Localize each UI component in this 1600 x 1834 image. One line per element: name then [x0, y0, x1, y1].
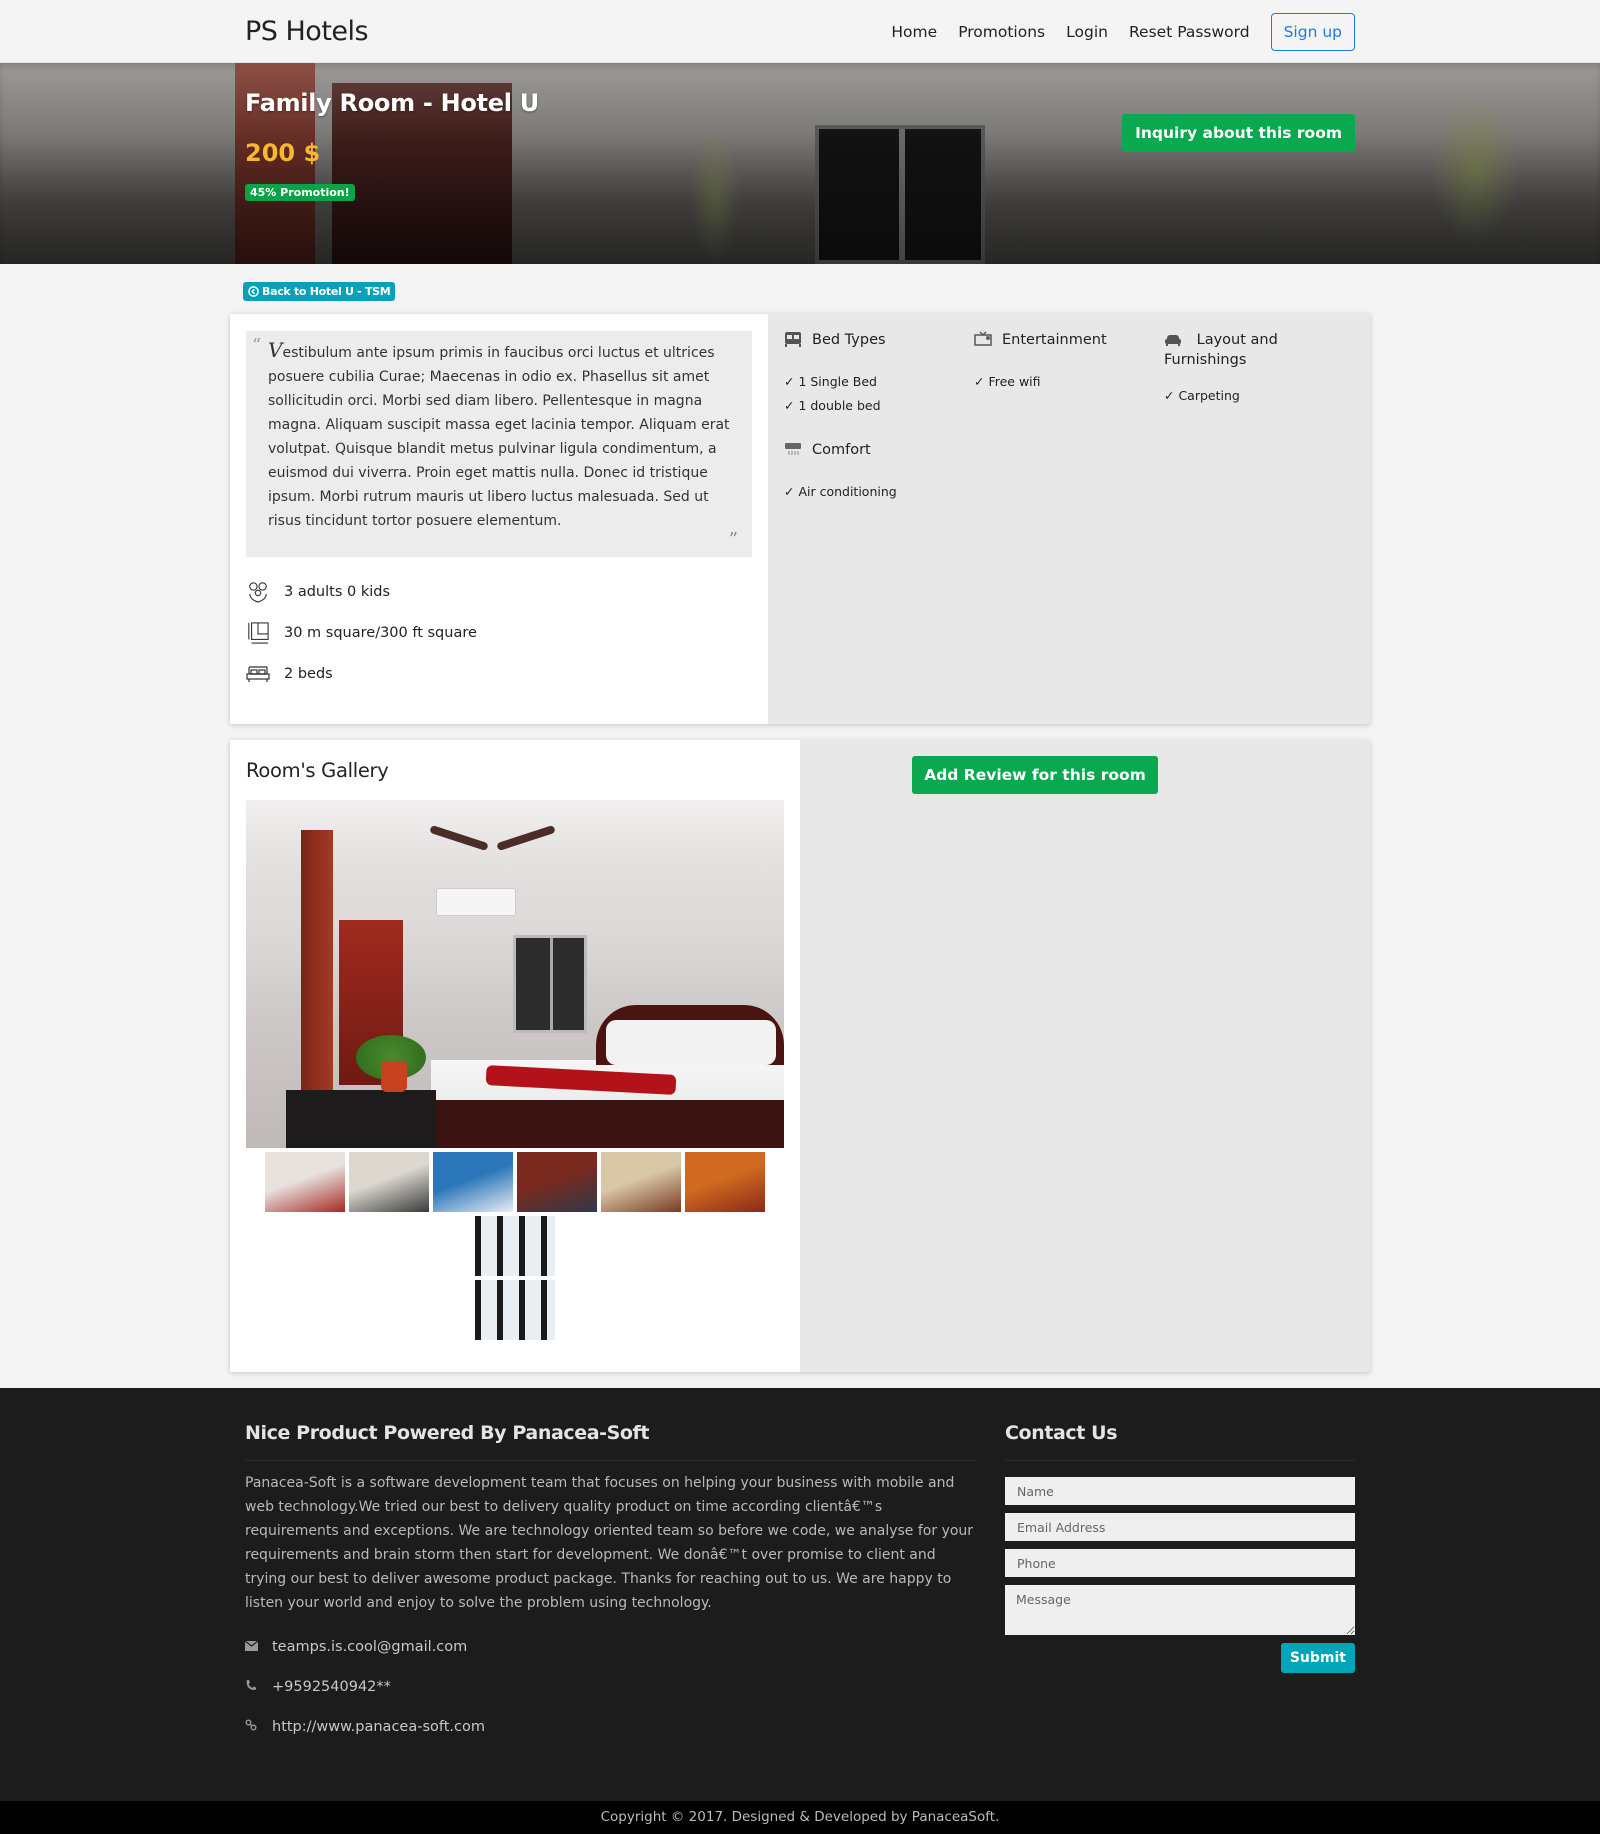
open-quote-icon: “ — [252, 335, 262, 356]
amenity-item: ✓ Air conditioning — [784, 484, 897, 499]
footer: Nice Product Powered By Panacea-Soft Pan… — [0, 1388, 1600, 1801]
amenity-entertainment: Entertainment ✓ Free wifi — [974, 330, 1164, 430]
room-title: Family Room - Hotel U — [245, 89, 539, 117]
footer-phone[interactable]: +9592540942** — [272, 1679, 391, 1695]
sofa-icon — [1164, 331, 1188, 349]
submit-button[interactable]: Submit — [1280, 1643, 1355, 1673]
amenity-title: Bed Types — [812, 332, 886, 348]
nav-home[interactable]: Home — [891, 23, 937, 41]
amenity-title: Comfort — [812, 442, 871, 458]
nav-menu: Home Promotions Login Reset Password Sig… — [891, 12, 1355, 51]
footer-contact-info: teamps.is.cool@gmail.com +9592540942** h… — [244, 1627, 975, 1747]
amenity-bed-types: Bed Types ✓ 1 Single Bed ✓ 1 double bed — [784, 330, 974, 430]
promotion-badge: 45% Promotion! — [245, 184, 355, 201]
room-facts: 3 adults 0 kids 30 m square/300 ft squar… — [246, 571, 752, 694]
floor-plan-icon — [246, 621, 270, 645]
footer-website[interactable]: http://www.panacea-soft.com — [272, 1719, 485, 1735]
thumb-room-4[interactable] — [517, 1152, 597, 1212]
phone-input[interactable] — [1005, 1549, 1355, 1577]
room-price: 200 $ — [245, 139, 321, 167]
description-dropcap: V — [268, 338, 283, 362]
footer-email[interactable]: teamps.is.cool@gmail.com — [272, 1639, 467, 1655]
name-input[interactable] — [1005, 1477, 1355, 1505]
thumb-room-2[interactable] — [349, 1152, 429, 1212]
copyright-bar: Copyright © 2017. Designed & Developed b… — [0, 1801, 1600, 1834]
thumb-room-3[interactable] — [433, 1152, 513, 1212]
hero-banner: Family Room - Hotel U 200 $ 45% Promotio… — [0, 63, 1600, 264]
amenity-item: ✓ 1 double bed — [784, 398, 881, 413]
gallery-main-photo[interactable] — [246, 800, 784, 1148]
amenities-grid: Bed Types ✓ 1 Single Bed ✓ 1 double bed … — [768, 314, 1370, 516]
close-quote-icon: ” — [728, 529, 738, 550]
circle-arrow-left-icon — [248, 286, 259, 297]
gallery-thumbnails — [246, 1152, 784, 1340]
nav-promotions[interactable]: Promotions — [958, 23, 1045, 41]
contact-form: Submit — [1005, 1477, 1355, 1673]
gallery-title: Room's Gallery — [246, 759, 389, 782]
room-description: “ Vestibulum ante ipsum primis in faucib… — [246, 331, 752, 557]
beds-text: 2 beds — [284, 665, 333, 682]
thumb-room-7[interactable] — [475, 1216, 555, 1276]
nav-reset-password[interactable]: Reset Password — [1129, 23, 1250, 41]
gallery-card: Room's Gallery Add Review for this room — [230, 740, 1370, 1372]
room-details-card: “ Vestibulum ante ipsum primis in faucib… — [230, 314, 1370, 724]
email-input[interactable] — [1005, 1513, 1355, 1541]
back-button-label: Back to Hotel U - TSM — [262, 285, 391, 298]
brand-logo[interactable]: PS Hotels — [245, 16, 369, 47]
family-icon — [246, 580, 270, 604]
amenity-item: ✓ Carpeting — [1164, 388, 1240, 403]
amenity-title: Entertainment — [1002, 332, 1107, 348]
thumb-room-8[interactable] — [475, 1280, 555, 1340]
fact-occupancy: 3 adults 0 kids — [246, 571, 752, 612]
link-icon — [245, 1719, 261, 1735]
footer-about-text: Panacea-Soft is a software development t… — [245, 1475, 974, 1611]
envelope-icon — [244, 1640, 261, 1655]
copyright-text: Copyright © 2017. Designed & Developed b… — [600, 1809, 1000, 1825]
amenity-layout: Layout and Furnishings ✓ Carpeting — [1164, 330, 1354, 430]
bed-icon — [784, 330, 808, 348]
amenity-comfort: Comfort ✓ Air conditioning — [784, 440, 974, 516]
fact-size: 30 m square/300 ft square — [246, 612, 752, 653]
navbar: PS Hotels Home Promotions Login Reset Pa… — [0, 0, 1600, 63]
tv-icon — [974, 330, 998, 348]
amenity-item: ✓ Free wifi — [974, 374, 1041, 389]
signup-button[interactable]: Sign up — [1270, 12, 1355, 51]
inquiry-button[interactable]: Inquiry about this room — [1122, 114, 1355, 152]
contact-us-title: Contact Us — [1005, 1422, 1355, 1461]
amenity-item: ✓ 1 Single Bed — [784, 374, 877, 389]
message-input[interactable] — [1005, 1585, 1355, 1635]
occupancy-text: 3 adults 0 kids — [284, 583, 391, 600]
thumb-room-1[interactable] — [265, 1152, 345, 1212]
add-review-button[interactable]: Add Review for this room — [912, 756, 1158, 794]
fact-beds: 2 beds — [246, 653, 752, 694]
nav-login[interactable]: Login — [1066, 23, 1108, 41]
phone-icon — [245, 1679, 261, 1695]
back-to-hotel-button[interactable]: Back to Hotel U - TSM — [243, 282, 396, 301]
bed-icon — [246, 662, 270, 686]
air-conditioner-icon — [784, 440, 808, 458]
thumb-room-6[interactable] — [685, 1152, 765, 1212]
size-text: 30 m square/300 ft square — [284, 624, 477, 641]
footer-about-title: Nice Product Powered By Panacea-Soft — [245, 1422, 975, 1461]
description-text: estibulum ante ipsum primis in faucibus … — [268, 345, 730, 529]
thumb-room-5[interactable] — [601, 1152, 681, 1212]
